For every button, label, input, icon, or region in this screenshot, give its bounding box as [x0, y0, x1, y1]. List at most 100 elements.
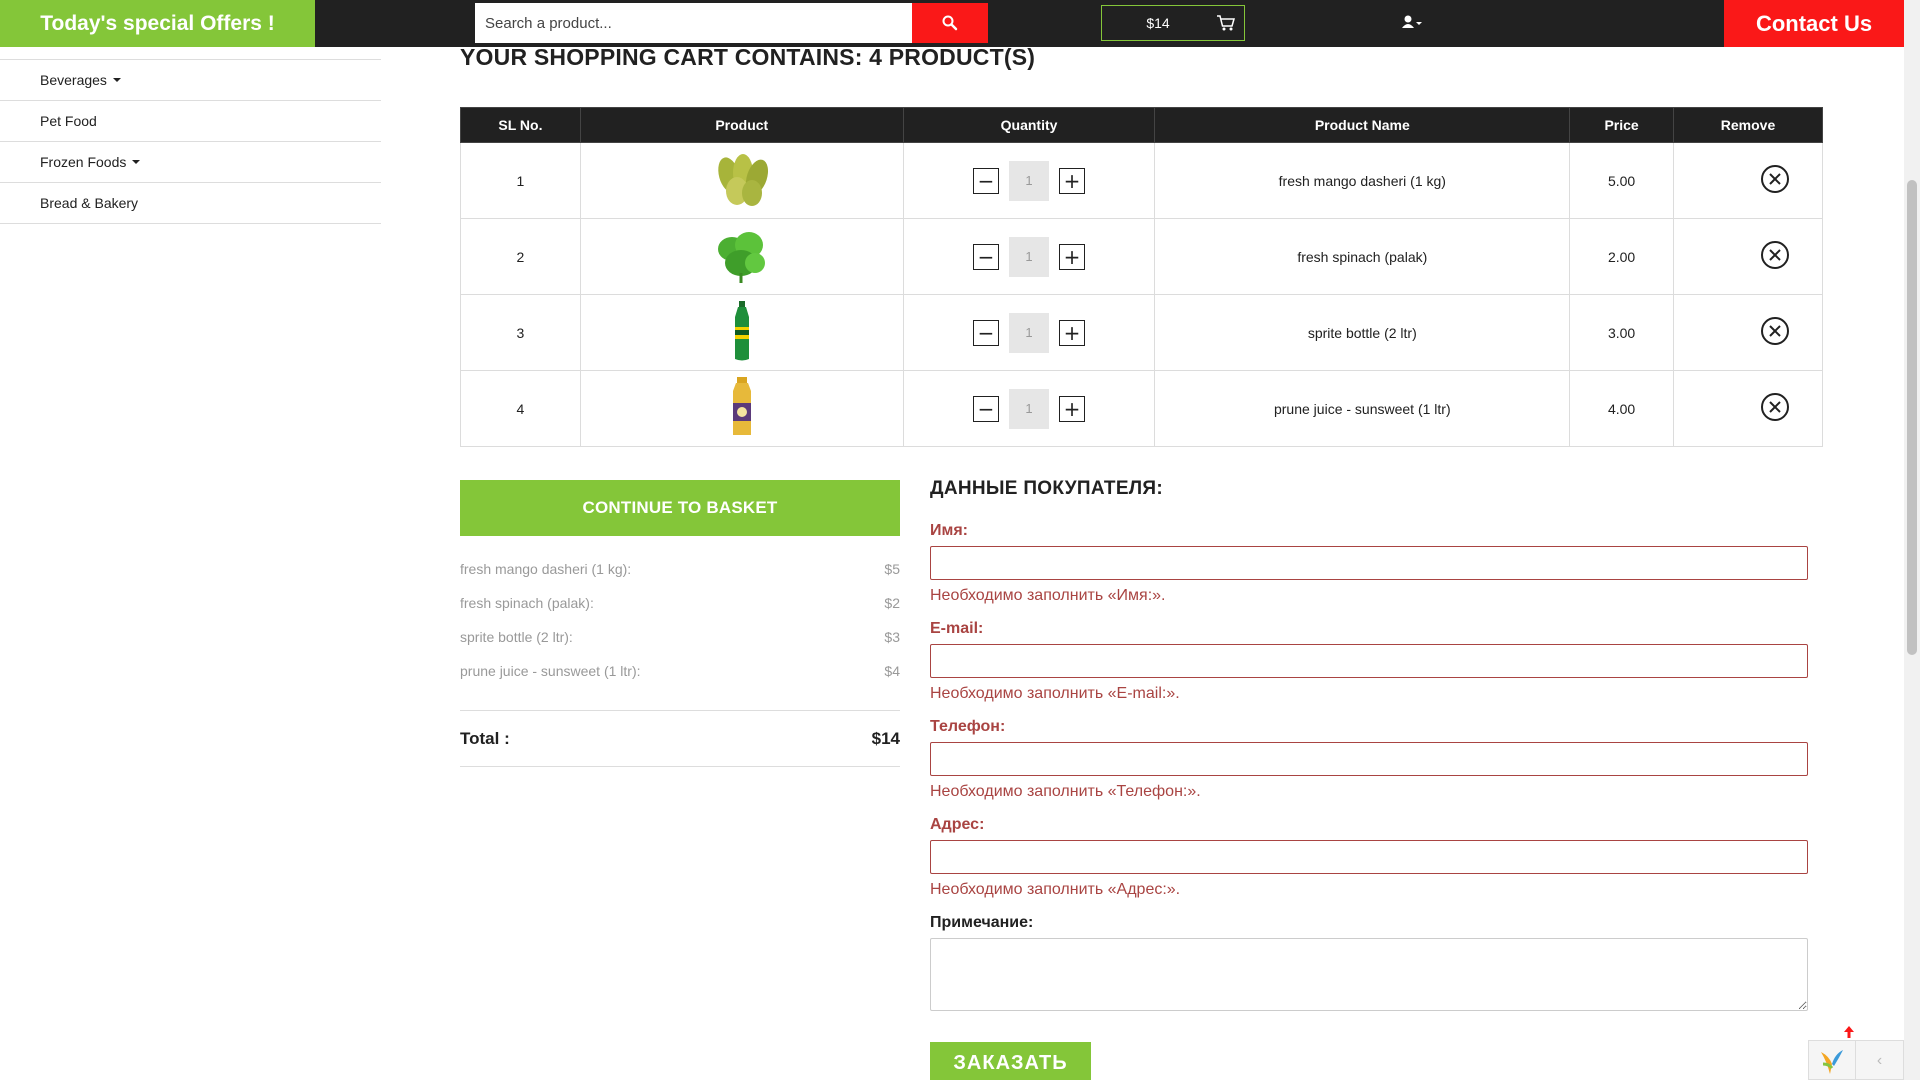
summary-item: sprite bottle (2 ltr): $3	[460, 620, 900, 654]
product-name: fresh spinach (palak)	[1154, 218, 1571, 295]
yii-logo-icon[interactable]	[1809, 1041, 1857, 1080]
remove-cell	[1673, 218, 1823, 295]
cart-total: $14	[1146, 15, 1170, 31]
sidebar-item-beverages[interactable]: Beverages	[0, 60, 381, 101]
row-sl-number: 2	[460, 218, 581, 295]
summary-item-price: $2	[884, 595, 900, 611]
summary-item-name: fresh spinach (palak):	[460, 595, 594, 611]
summary-item-name: fresh mango dasheri (1 kg):	[460, 561, 632, 577]
product-price: 3.00	[1569, 294, 1675, 371]
column-header-product: Product	[579, 107, 904, 143]
email-field[interactable]	[930, 644, 1808, 678]
order-submit-button[interactable]: ЗАКАЗАТЬ	[930, 1042, 1091, 1080]
quantity-input[interactable]	[1009, 160, 1050, 201]
page-scrollbar[interactable]	[1904, 0, 1920, 1080]
decrease-quantity-button[interactable]: −	[973, 395, 1000, 422]
column-header-product-name: Product Name	[1154, 107, 1571, 143]
caret-down-icon	[132, 160, 141, 164]
phone-field[interactable]	[930, 742, 1808, 776]
sidebar-item-label: Pet Food	[40, 113, 97, 129]
summary-total: Total : $14	[460, 711, 900, 767]
contact-us-button[interactable]: Contact Us	[1724, 0, 1904, 47]
row-sl-number: 4	[460, 370, 581, 447]
sidebar-divider	[0, 47, 381, 60]
summary-item: fresh mango dasheri (1 kg): $5	[460, 552, 900, 586]
remove-cell	[1673, 370, 1823, 447]
search-button[interactable]	[912, 3, 988, 43]
spinach-image[interactable]	[707, 223, 777, 287]
increase-quantity-button[interactable]: +	[1059, 319, 1086, 346]
increase-quantity-button[interactable]: +	[1059, 167, 1086, 194]
table-row: 4 − + prune juice - sunsweet (1 ltr) 4.0…	[460, 370, 1823, 447]
cart-summary-button[interactable]: $14	[1101, 5, 1245, 41]
quantity-stepper: − +	[973, 388, 1086, 429]
debug-toolbar: ‹	[1808, 1040, 1904, 1080]
summary-item-price: $4	[884, 663, 900, 679]
decrease-quantity-button[interactable]: −	[973, 167, 1000, 194]
phone-label: Телефон:	[930, 718, 1006, 735]
column-header-remove: Remove	[1673, 107, 1823, 143]
summary-item-name: prune juice - sunsweet (1 ltr):	[460, 663, 641, 679]
product-image-cell	[579, 218, 904, 295]
quantity-cell: − +	[902, 142, 1156, 219]
summary-item: prune juice - sunsweet (1 ltr): $4	[460, 654, 900, 688]
column-header-sl: SL No.	[460, 107, 581, 143]
user-menu-button[interactable]	[1402, 14, 1426, 37]
product-image-cell	[579, 370, 904, 447]
quantity-stepper: − +	[973, 312, 1086, 353]
address-error: Необходимо заполнить «Адрес:».	[930, 881, 1181, 898]
continue-to-basket-button[interactable]: CONTINUE TO BASKET	[460, 480, 900, 536]
mango-image[interactable]	[707, 147, 777, 211]
customer-form: ДАННЫЕ ПОКУПАТЕЛЯ: Имя: Необходимо запол…	[930, 478, 1808, 1016]
email-label: E-mail:	[930, 620, 984, 637]
remove-item-icon[interactable]	[1760, 316, 1790, 346]
product-price: 4.00	[1569, 370, 1675, 447]
user-icon	[1402, 15, 1422, 28]
table-row: 2 − + fresh spinach (palak) 2.00	[460, 218, 1823, 295]
increase-quantity-button[interactable]: +	[1059, 395, 1086, 422]
scrollbar-thumb[interactable]	[1907, 180, 1917, 655]
decrease-quantity-button[interactable]: −	[973, 319, 1000, 346]
category-sidebar: Beverages Pet Food Frozen Foods Bread & …	[0, 47, 381, 224]
decrease-quantity-button[interactable]: −	[973, 243, 1000, 270]
sidebar-item-pet-food[interactable]: Pet Food	[0, 101, 381, 142]
quantity-input[interactable]	[1009, 388, 1050, 429]
note-field[interactable]	[930, 938, 1808, 1011]
sidebar-item-frozen-foods[interactable]: Frozen Foods	[0, 142, 381, 183]
caret-down-icon	[112, 78, 121, 82]
special-offers-banner[interactable]: Today's special Offers !	[0, 0, 315, 47]
cart-table: SL No. Product Quantity Product Name Pri…	[460, 107, 1823, 447]
quantity-input[interactable]	[1009, 236, 1050, 277]
product-image-cell	[579, 142, 904, 219]
summary-item-price: $3	[884, 629, 900, 645]
quantity-stepper: − +	[973, 160, 1086, 201]
quantity-cell: − +	[902, 294, 1156, 371]
sidebar-item-bread-bakery[interactable]: Bread & Bakery	[0, 183, 381, 224]
remove-item-icon[interactable]	[1760, 392, 1790, 422]
sidebar-item-label: Frozen Foods	[40, 154, 127, 170]
quantity-input[interactable]	[1009, 312, 1050, 353]
sidebar-item-label: Beverages	[40, 72, 107, 88]
total-value: $14	[871, 728, 900, 748]
summary-item-name: sprite bottle (2 ltr):	[460, 629, 573, 645]
product-name: fresh mango dasheri (1 kg)	[1154, 142, 1571, 219]
name-field[interactable]	[930, 546, 1808, 580]
remove-cell	[1673, 142, 1823, 219]
product-name: sprite bottle (2 ltr)	[1154, 294, 1571, 371]
product-price: 5.00	[1569, 142, 1675, 219]
chevron-left-icon[interactable]: ‹	[1856, 1041, 1903, 1080]
remove-item-icon[interactable]	[1760, 240, 1790, 270]
prune-juice-image[interactable]	[707, 375, 777, 439]
remove-item-icon[interactable]	[1760, 164, 1790, 194]
cart-icon	[1217, 15, 1235, 31]
cart-heading: YOUR SHOPPING CART CONTAINS: 4 PRODUCT(S…	[460, 44, 1036, 70]
sprite-bottle-image[interactable]	[707, 299, 777, 363]
summary-item-price: $5	[884, 561, 900, 577]
quantity-cell: − +	[902, 218, 1156, 295]
total-label: Total :	[460, 728, 510, 748]
increase-quantity-button[interactable]: +	[1059, 243, 1086, 270]
column-header-price: Price	[1569, 107, 1675, 143]
search-input[interactable]	[475, 3, 912, 43]
scroll-to-top-icon[interactable]	[1844, 1026, 1854, 1038]
address-field[interactable]	[930, 840, 1808, 874]
